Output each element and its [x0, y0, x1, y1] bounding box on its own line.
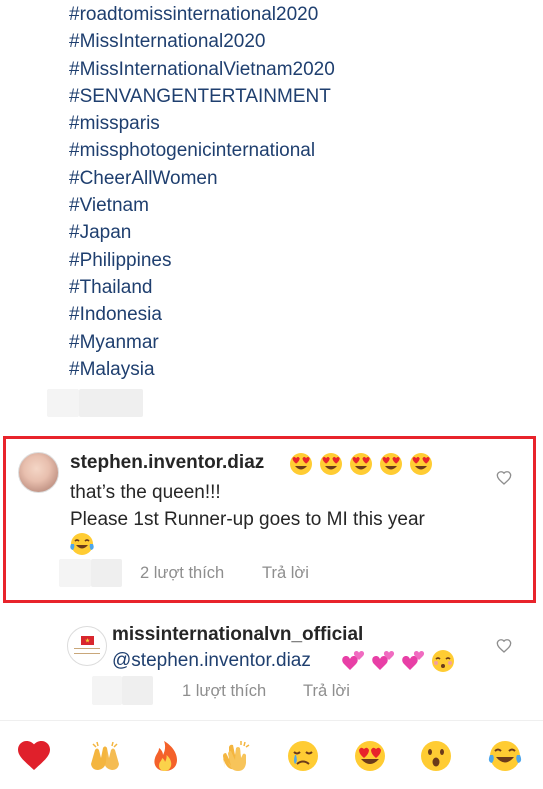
heart-eyes-icon[interactable] — [352, 738, 388, 774]
tears-of-joy-emoji — [69, 531, 95, 557]
hashtag-link[interactable]: #Myanmar — [69, 329, 335, 356]
logo-mark — [74, 648, 100, 654]
blurred-timestamp — [59, 559, 91, 587]
hashtag-link[interactable]: #MissInternationalVietnam2020 — [69, 56, 335, 83]
comment-username[interactable]: stephen.inventor.diaz — [70, 452, 264, 474]
comment-text-line: that’s the queen!!! — [70, 482, 221, 503]
comment-likes-count[interactable]: 2 lượt thích — [140, 564, 224, 583]
vietnam-flag-icon — [81, 636, 94, 645]
username-text[interactable]: stephen.inventor.diaz — [70, 452, 264, 473]
astonished-face-icon[interactable] — [418, 738, 454, 774]
hashtag-link[interactable]: #Malaysia — [69, 356, 335, 383]
raising-hands-icon[interactable] — [87, 738, 123, 774]
blurred-timestamp — [79, 389, 143, 417]
post-caption-hashtags: #roadtomissinternational2020 #MissIntern… — [69, 0, 335, 383]
hashtag-link[interactable]: #Thailand — [69, 274, 335, 301]
hashtag-link[interactable]: #MissInternational2020 — [69, 28, 335, 55]
reply-emojis — [340, 648, 465, 674]
like-heart-icon[interactable] — [496, 638, 512, 654]
username-emojis — [289, 451, 439, 477]
reply-likes-count[interactable]: 1 lượt thích — [182, 682, 266, 701]
avatar[interactable] — [67, 626, 107, 666]
reply-text: @stephen.inventor.diaz — [112, 650, 311, 672]
red-heart-icon[interactable] — [16, 738, 52, 774]
like-heart-icon[interactable] — [496, 470, 512, 486]
hashtag-link[interactable]: #Japan — [69, 219, 335, 246]
blurred-timestamp — [91, 559, 122, 587]
hashtag-link[interactable]: #missparis — [69, 110, 335, 137]
blurred-timestamp — [47, 389, 79, 417]
quick-reaction-bar — [0, 720, 543, 789]
fire-icon[interactable] — [147, 738, 183, 774]
blurred-timestamp — [122, 676, 153, 705]
heart-eyes-emoji-row — [290, 453, 432, 475]
mention-link[interactable]: @stephen.inventor.diaz — [112, 650, 311, 671]
hashtag-link[interactable]: #missphotogenicinternational — [69, 137, 335, 164]
clapping-hands-icon[interactable] — [217, 738, 253, 774]
hashtag-link[interactable]: #roadtomissinternational2020 — [69, 1, 335, 28]
hashtag-link[interactable]: #CheerAllWomen — [69, 165, 335, 192]
crying-face-icon[interactable] — [285, 738, 321, 774]
comment-text-line: Please 1st Runner-up goes to MI this yea… — [70, 509, 425, 530]
reply-username[interactable]: missinternationalvn_official — [112, 624, 363, 646]
reply-reply-button[interactable]: Trả lời — [303, 682, 350, 701]
hashtag-link[interactable]: #SENVANGENTERTAINMENT — [69, 83, 335, 110]
hashtag-link[interactable]: #Indonesia — [69, 301, 335, 328]
avatar[interactable] — [18, 452, 59, 493]
tears-of-joy-icon[interactable] — [487, 738, 523, 774]
hashtag-link[interactable]: #Vietnam — [69, 192, 335, 219]
hashtag-link[interactable]: #Philippines — [69, 247, 335, 274]
comment-reply-button[interactable]: Trả lời — [262, 564, 309, 583]
blurred-timestamp — [92, 676, 122, 705]
